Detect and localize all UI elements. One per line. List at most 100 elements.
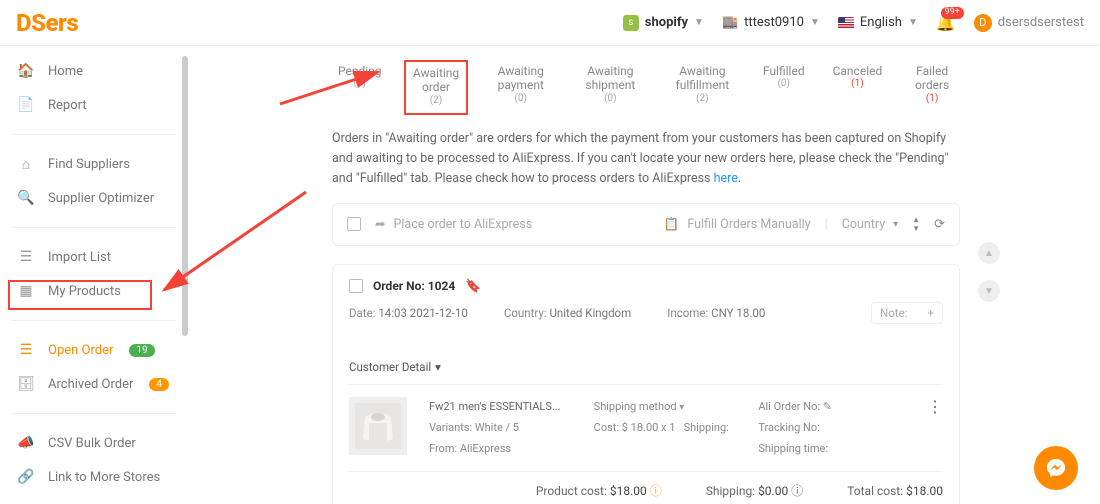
sidebar-item-label: Home xyxy=(48,64,83,79)
shopify-label: shopify xyxy=(645,15,688,30)
order-income: Income: CNY 18.00 xyxy=(667,306,765,320)
sidebar-item-label: Import List xyxy=(48,250,111,265)
chevron-down-icon: ▾ xyxy=(435,360,441,374)
tab-failed-orders[interactable]: Failed orders(1) xyxy=(904,60,960,115)
help-link[interactable]: here xyxy=(714,171,738,186)
store-icon: 🏬 xyxy=(722,15,738,30)
tab-fulfilled[interactable]: Fulfilled(0) xyxy=(757,60,811,115)
chevron-up-icon: ▲ xyxy=(912,216,920,224)
customer-detail-button[interactable]: Customer Detail▾ xyxy=(349,360,441,374)
sidebar-item-find-suppliers[interactable]: ⌂ Find Suppliers xyxy=(0,147,188,181)
sidebar-item-csv-bulk[interactable]: 📣 CSV Bulk Order xyxy=(0,426,188,460)
refresh-button[interactable]: ⟳ xyxy=(934,217,945,232)
product-thumbnail[interactable] xyxy=(349,397,407,455)
tab-label: Awaiting payment xyxy=(490,64,551,93)
shipping-method-selector[interactable]: Shipping method ▾ xyxy=(594,397,747,418)
sidebar-item-label: Link to More Stores xyxy=(48,470,160,485)
tab-count: (0) xyxy=(490,93,551,105)
archive-icon: 🗄 xyxy=(18,376,34,392)
order-number: Order No: 1024 xyxy=(373,279,455,293)
sidebar-item-link-stores[interactable]: 🔗 Link to More Stores xyxy=(0,460,188,494)
tab-count: (0) xyxy=(763,78,805,90)
user-name: dsersdserstest xyxy=(998,15,1084,30)
country-label: Country xyxy=(842,217,885,232)
product-title: Fw21 men's ESSENTIALS... xyxy=(429,397,582,418)
megaphone-icon: 📣 xyxy=(18,435,34,451)
tab-awaiting-payment[interactable]: Awaiting payment(0) xyxy=(484,60,557,115)
messenger-icon xyxy=(1045,457,1067,479)
store-selector[interactable]: 🏬 tttest0910 ▼ xyxy=(722,15,820,30)
sidebar-item-archived-order[interactable]: 🗄 Archived Order 4 xyxy=(0,367,188,401)
order-more-button[interactable]: ⋮ xyxy=(923,397,943,416)
avatar: D xyxy=(974,14,992,32)
sidebar-item-report[interactable]: 📄Report xyxy=(0,88,188,122)
tab-count: (2) xyxy=(670,93,735,105)
shipping-total: Shipping: $0.00 ⓘ xyxy=(706,482,803,499)
archived-badge: 4 xyxy=(149,378,169,391)
language-selector[interactable]: English ▼ xyxy=(838,15,918,30)
chevron-down-icon: ▼ xyxy=(912,225,920,233)
place-order-button[interactable]: ➦Place order to AliExpress xyxy=(375,216,532,232)
tab-awaiting-shipment[interactable]: Awaiting shipment(0) xyxy=(573,60,648,115)
chevron-down-icon: ▾ xyxy=(893,219,898,230)
notif-badge: 99+ xyxy=(941,7,964,19)
sidebar-item-label: Find Suppliers xyxy=(48,157,130,172)
tracking-no: Tracking No: xyxy=(758,418,911,439)
chevron-down-icon: ▼ xyxy=(908,17,918,28)
sidebar-item-home[interactable]: 🏠Home xyxy=(0,54,188,88)
tab-label: Failed orders xyxy=(910,64,954,93)
notifications-button[interactable]: 🔔 99+ xyxy=(936,13,956,32)
select-all-checkbox[interactable] xyxy=(347,217,361,231)
warning-icon: ⓘ xyxy=(650,484,662,498)
chevron-down-icon: ▼ xyxy=(694,17,704,28)
sidebar-item-label: My Products xyxy=(48,284,121,299)
shipping-time: Shipping time: xyxy=(758,439,911,460)
sidebar-item-label: CSV Bulk Order xyxy=(48,436,136,451)
tab-pending[interactable]: Pending(0) xyxy=(332,60,388,115)
scroll-up-button[interactable]: ▲ xyxy=(978,242,1000,264)
tab-count: (0) xyxy=(338,78,382,90)
scroll-down-button[interactable]: ▼ xyxy=(978,280,1000,302)
sidebar-item-my-products[interactable]: ▦ My Products xyxy=(0,274,188,308)
house-icon: ⌂ xyxy=(18,156,34,172)
sidebar-item-import-list[interactable]: ☰Import List xyxy=(0,240,188,274)
hoodie-icon xyxy=(355,403,401,449)
user-menu[interactable]: D dsersdserstest xyxy=(974,14,1084,32)
tab-label: Awaiting order xyxy=(412,66,461,95)
sidebar-item-open-order[interactable]: ☰Open Order19 xyxy=(0,333,188,367)
tab-awaiting-order[interactable]: Awaiting order(2) xyxy=(404,60,469,115)
chevron-down-icon: ▾ xyxy=(679,402,684,413)
tab-description: Orders in "Awaiting order" are orders fo… xyxy=(332,129,960,189)
tab-awaiting-fulfillment[interactable]: Awaiting fulfillment(2) xyxy=(664,60,741,115)
sort-stepper[interactable]: ▲▼ xyxy=(912,216,920,233)
tab-label: Pending xyxy=(338,64,382,78)
order-country: Country: United Kingdom xyxy=(504,306,631,320)
sidebar-item-label: Open Order xyxy=(48,343,113,358)
tab-label: Awaiting shipment xyxy=(579,64,642,93)
country-filter[interactable]: Country ▾ xyxy=(842,217,898,232)
logo[interactable]: DSers xyxy=(16,9,78,37)
order-note-button[interactable]: Note:+ xyxy=(871,302,943,324)
tab-count: (1) xyxy=(833,78,883,90)
sidebar-item-label: Archived Order xyxy=(48,377,133,392)
sidebar-item-supplier-optimizer[interactable]: 🔍 Supplier Optimizer xyxy=(0,181,188,215)
product-variant: Variants: White / 5 xyxy=(429,418,582,439)
tab-label: Awaiting fulfillment xyxy=(670,64,735,93)
pencil-icon: ✎ xyxy=(823,400,832,413)
chat-button[interactable] xyxy=(1034,446,1078,490)
ali-order-no[interactable]: Ali Order No: ✎ xyxy=(758,397,911,418)
sidebar-item-label: Supplier Optimizer xyxy=(48,191,154,206)
bookmark-button[interactable]: 🔖 xyxy=(465,279,481,294)
chevron-down-icon: ▼ xyxy=(810,17,820,28)
search-icon: 🔍 xyxy=(18,190,34,206)
chevron-down-icon: ▼ xyxy=(984,286,994,297)
products-icon: ▦ xyxy=(18,283,34,299)
link-icon: 🔗 xyxy=(18,469,34,485)
report-icon: 📄 xyxy=(18,97,34,113)
clipboard-icon: 📋 xyxy=(664,217,680,232)
shopify-selector[interactable]: s shopify ▼ xyxy=(623,15,704,31)
tab-canceled[interactable]: Canceled(1) xyxy=(827,60,889,115)
order-checkbox[interactable] xyxy=(349,279,363,293)
fulfill-manually-button[interactable]: 📋Fulfill Orders Manually xyxy=(664,217,811,232)
export-icon: ➦ xyxy=(375,216,385,232)
